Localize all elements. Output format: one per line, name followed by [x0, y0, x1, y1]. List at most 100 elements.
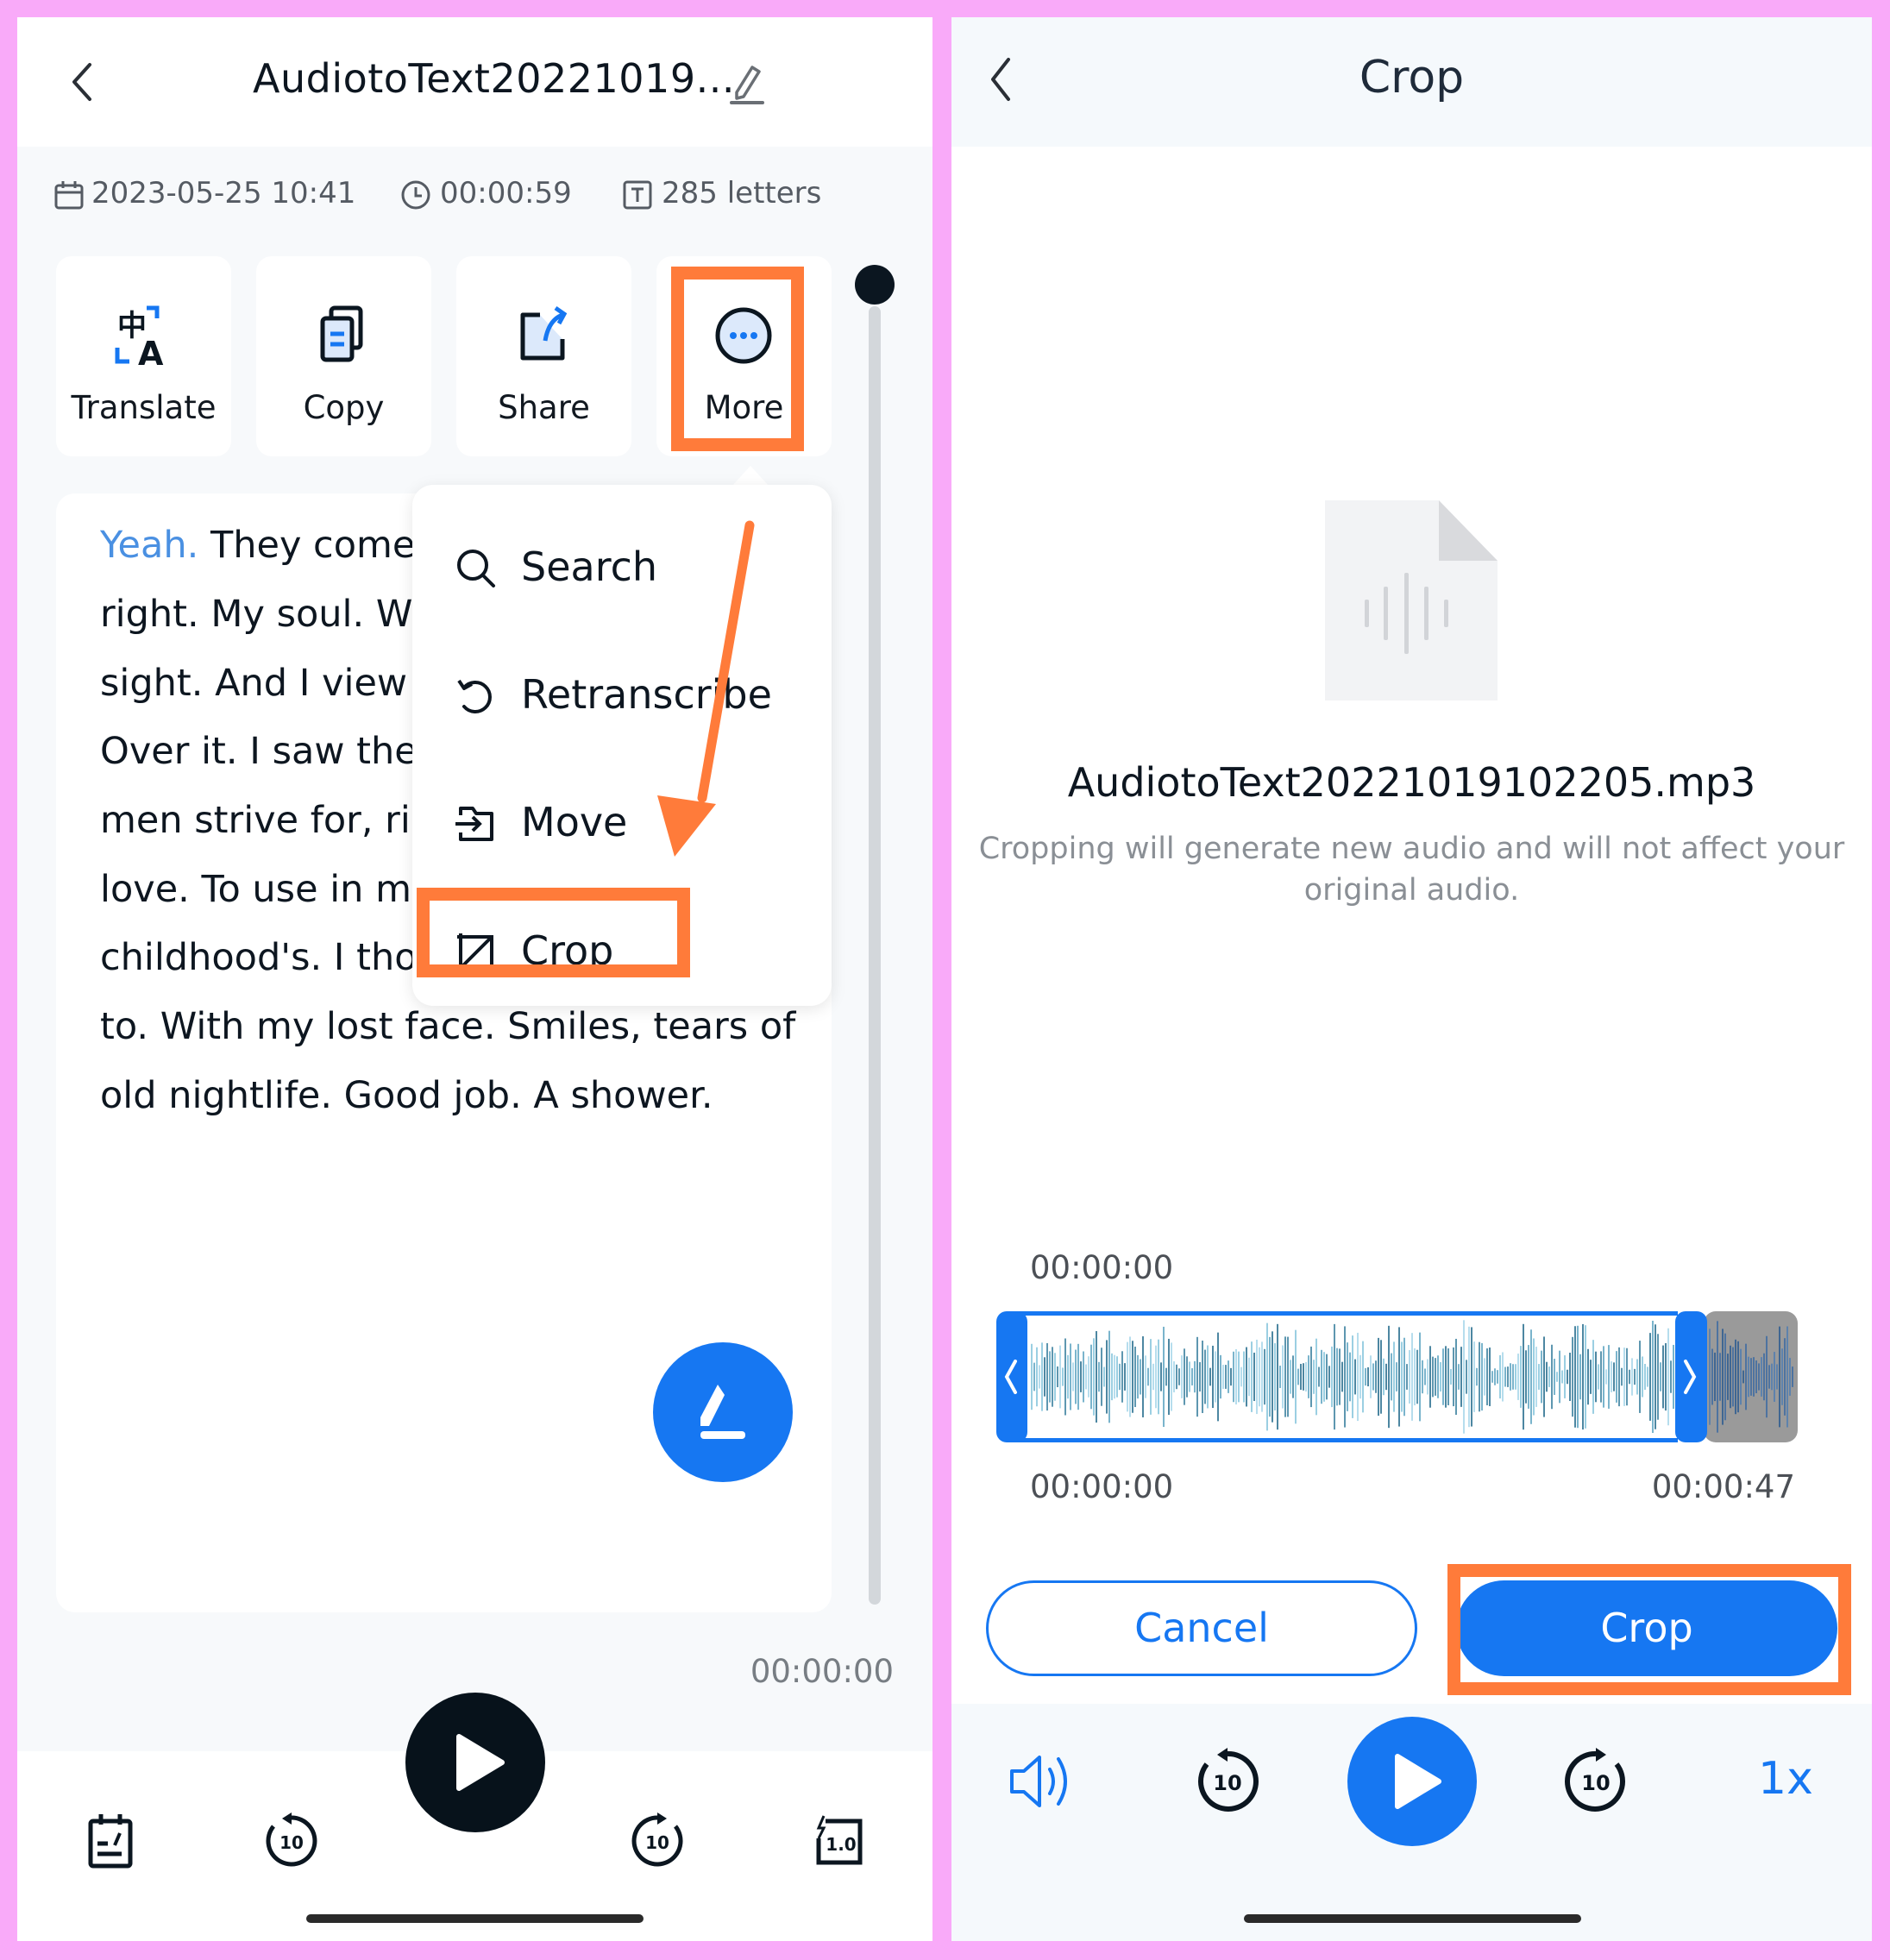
waveform-bar: [1525, 1350, 1527, 1404]
waveform-bar: [1134, 1346, 1136, 1408]
waveform-bar: [1644, 1364, 1646, 1390]
waveform-bar: [1416, 1349, 1418, 1404]
waveform-bar: [1054, 1353, 1056, 1401]
waveform-bar: [1256, 1339, 1258, 1415]
waveform-trimmer[interactable]: [996, 1311, 1798, 1442]
waveform-bar: [1119, 1363, 1121, 1391]
waveform-bar: [1272, 1331, 1273, 1423]
edit-fab-button[interactable]: [653, 1342, 793, 1482]
waveform-bar: [1163, 1326, 1165, 1428]
waveform-bar: [1189, 1361, 1190, 1392]
waveform-bar: [1766, 1335, 1768, 1418]
waveform-bar: [1279, 1366, 1281, 1388]
play-button[interactable]: [1347, 1717, 1477, 1846]
forward-10-icon[interactable]: 10: [629, 1812, 686, 1869]
waveform-bar: [1383, 1358, 1385, 1396]
waveform-bar: [1238, 1351, 1240, 1403]
rewind-10-icon[interactable]: 10: [1193, 1747, 1262, 1816]
waveform-bar: [1318, 1366, 1320, 1387]
waveform-bar: [1623, 1348, 1625, 1406]
cursor-time: 00:00:00: [1030, 1249, 1174, 1286]
waveform-bar: [1137, 1354, 1139, 1399]
waveform-bar: [1559, 1350, 1560, 1404]
waveform-bar: [1667, 1328, 1669, 1426]
waveform-bar: [1792, 1366, 1793, 1387]
waveform-bar: [1336, 1348, 1338, 1406]
waveform-bar: [1142, 1336, 1144, 1417]
waveform-bar: [1305, 1361, 1307, 1392]
waveform-bar: [1422, 1360, 1423, 1394]
waveform-bar: [1121, 1351, 1123, 1403]
waveform-bar: [1595, 1351, 1597, 1403]
right-trim-handle[interactable]: [1675, 1311, 1707, 1442]
cancel-button[interactable]: Cancel: [986, 1580, 1417, 1676]
waveform-bar: [1634, 1368, 1636, 1385]
waveform-bar: [1440, 1361, 1441, 1392]
svg-text:10: 10: [279, 1832, 304, 1853]
waveform-bar: [1489, 1348, 1491, 1406]
waveform-bar: [1579, 1354, 1581, 1400]
waveform-bar: [1398, 1327, 1400, 1427]
waveform-bar: [1083, 1351, 1084, 1403]
waveform-bar: [1517, 1354, 1519, 1400]
waveform-bar: [1184, 1348, 1185, 1405]
waveform-bar: [1409, 1350, 1410, 1404]
waveform-bar: [1072, 1362, 1074, 1391]
waveform-bar: [1709, 1329, 1711, 1425]
waveform-bar: [1313, 1360, 1315, 1394]
left-trim-handle[interactable]: [996, 1311, 1027, 1442]
waveform-bar: [1605, 1369, 1607, 1385]
waveform-bar: [1347, 1342, 1348, 1411]
waveform-bar: [1116, 1356, 1118, 1398]
svg-text:10: 10: [1213, 1771, 1241, 1795]
waveform-bar: [1098, 1361, 1100, 1392]
waveform-bar: [1711, 1348, 1713, 1405]
rewind-10-icon[interactable]: 10: [263, 1812, 320, 1869]
waveform-bar: [1748, 1356, 1749, 1398]
notes-icon[interactable]: [82, 1812, 139, 1869]
waveform-bar: [1334, 1323, 1335, 1430]
waveform-bar: [1401, 1341, 1403, 1412]
transcript-screen: AudiotoText20221019... 2023-05-25 10:41 …: [17, 17, 932, 1941]
waveform-bar: [1297, 1368, 1299, 1385]
waveform-bar: [1445, 1346, 1447, 1408]
waveform-bar: [1603, 1346, 1604, 1408]
waveform-bar: [1251, 1341, 1253, 1412]
waveform-bar: [1662, 1345, 1664, 1409]
waveform-bar: [1613, 1362, 1615, 1391]
page-title: Crop: [1359, 52, 1465, 104]
waveform-bar: [1520, 1346, 1522, 1408]
waveform-bar: [1359, 1354, 1361, 1399]
waveform-bar: [1569, 1353, 1571, 1401]
forward-10-icon[interactable]: 10: [1561, 1747, 1630, 1816]
waveform-bar: [1160, 1362, 1162, 1391]
waveform-bar: [1152, 1363, 1154, 1391]
waveform-bar: [1062, 1367, 1064, 1386]
waveform-bar: [1049, 1351, 1051, 1403]
waveform-bar: [1178, 1368, 1180, 1385]
play-icon: [456, 1734, 505, 1791]
waveform-bar: [1186, 1356, 1188, 1398]
waveform-bar: [1222, 1365, 1224, 1389]
volume-icon[interactable]: [1007, 1747, 1076, 1816]
waveform-bar: [1463, 1320, 1465, 1434]
waveform-bar: [1217, 1332, 1219, 1422]
waveform-bar: [1730, 1345, 1731, 1409]
waveform-bar: [1370, 1355, 1372, 1398]
waveform-bar: [1277, 1323, 1278, 1430]
playback-speed-button[interactable]: 1x: [1758, 1753, 1813, 1805]
waveform-bar: [1460, 1347, 1462, 1407]
waveform-bar: [1080, 1361, 1082, 1392]
waveform-bar: [1652, 1320, 1654, 1434]
waveform-bar: [1367, 1366, 1369, 1387]
waveform-bar: [1582, 1323, 1584, 1430]
waveform-bar: [1207, 1345, 1209, 1409]
waveform-bar: [1717, 1321, 1718, 1433]
play-button[interactable]: [405, 1693, 545, 1832]
edit-pencil-icon: [700, 1385, 745, 1439]
waveform-bar: [1649, 1333, 1651, 1421]
waveform-bar: [1300, 1363, 1302, 1391]
waveform-bar: [1158, 1339, 1159, 1415]
waveform-bar: [1432, 1356, 1434, 1398]
playback-speed-icon[interactable]: 1.0: [812, 1812, 869, 1869]
